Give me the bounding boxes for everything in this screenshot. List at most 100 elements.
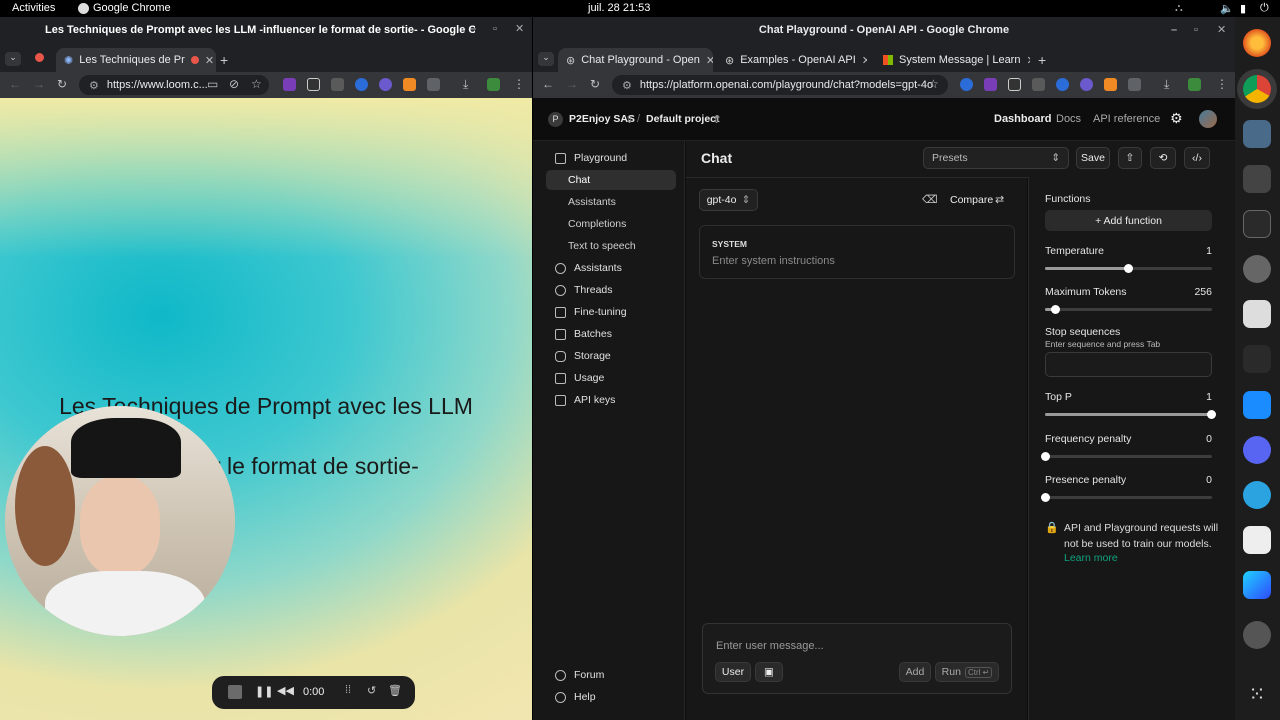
maximize-icon[interactable]: ▫ (1194, 17, 1198, 44)
attach-image-icon[interactable]: ▣ (755, 662, 783, 682)
nav-docs[interactable]: Docs (1056, 113, 1081, 125)
document-icon[interactable] (1243, 300, 1271, 328)
code-icon[interactable]: ‹/› (1184, 147, 1210, 169)
system-message-box[interactable]: SYSTEM Enter system instructions (699, 225, 1015, 279)
model-select[interactable]: gpt-4o ⇕ (699, 189, 758, 211)
compare-button[interactable]: Compare (950, 194, 993, 206)
tab-loom[interactable]: ✺ Les Techniques de Pr ✕ (56, 48, 216, 72)
sidebar-item-playground[interactable]: Playground (546, 148, 676, 168)
back-icon[interactable]: ← (542, 77, 554, 91)
user-message-composer[interactable]: Enter user message... User ▣ Add Run Ctrl… (702, 623, 1012, 694)
nav-api-reference[interactable]: API reference (1093, 113, 1160, 125)
tab-search-icon[interactable]: ⌄ (538, 52, 554, 66)
share-icon[interactable]: ⇧ (1118, 147, 1142, 169)
extension-icon[interactable] (1188, 78, 1201, 91)
max-tokens-slider[interactable] (1045, 305, 1212, 314)
extension-icon[interactable] (1008, 78, 1021, 91)
text-editor-icon[interactable] (1243, 526, 1271, 554)
forward-icon[interactable]: → (566, 77, 578, 91)
restart-icon[interactable]: ↺ (367, 684, 376, 697)
extension-icon[interactable] (1032, 78, 1045, 91)
slider-knob[interactable] (1041, 452, 1050, 461)
minimize-icon[interactable]: – (1171, 17, 1177, 44)
reload-icon[interactable]: ↻ (57, 77, 67, 91)
sidebar-item-batches[interactable]: Batches (546, 324, 676, 344)
sidebar-item-threads[interactable]: Threads (546, 280, 676, 300)
battery-icon[interactable]: ▮ (1240, 2, 1246, 15)
network-icon[interactable]: ⛬ (1175, 2, 1183, 15)
temperature-slider[interactable] (1045, 264, 1212, 273)
sidebar-item-assistants[interactable]: Assistants (546, 258, 676, 278)
new-tab-icon[interactable]: + (220, 52, 228, 68)
sidebar-item-chat[interactable]: Chat (546, 170, 676, 190)
metamask-icon[interactable] (403, 78, 416, 91)
new-tab-icon[interactable]: + (1038, 52, 1046, 68)
sidebar-item-text-to-speech[interactable]: Text to speech (546, 236, 676, 256)
slider-knob[interactable] (1124, 264, 1133, 273)
run-button[interactable]: Run Ctrl ↵ (935, 662, 999, 682)
minimize-icon[interactable]: – (470, 23, 476, 35)
history-icon[interactable]: ⟲ (1150, 147, 1176, 169)
tab-close-icon[interactable]: ✕ (862, 54, 867, 67)
settings-icon[interactable] (1243, 255, 1271, 283)
compare-icon[interactable]: ⇄ (995, 193, 1004, 206)
activities-button[interactable]: Activities (12, 2, 55, 14)
bookmark-star-icon[interactable]: ☆ (251, 77, 262, 91)
tab-system-message[interactable]: System Message | Learn ✕ (875, 48, 1030, 72)
frequency-penalty-slider[interactable] (1041, 452, 1212, 461)
sidebar-item-usage[interactable]: Usage (546, 368, 676, 388)
system-input[interactable]: Enter system instructions (712, 255, 835, 267)
telegram-icon[interactable] (1243, 481, 1271, 509)
tab-close-icon[interactable]: ✕ (706, 54, 713, 67)
extensions-puzzle-icon[interactable] (427, 78, 440, 91)
tab-close-icon[interactable]: ✕ (1026, 54, 1030, 67)
add-message-button[interactable]: Add (899, 662, 931, 682)
app-grid-icon[interactable]: ⁙ (1243, 681, 1271, 709)
slider-knob[interactable] (1207, 410, 1216, 419)
terminal-icon[interactable] (1243, 210, 1271, 238)
extension-icon[interactable] (283, 78, 296, 91)
tab-chat-playground[interactable]: ⊛ Chat Playground - Open ✕ (558, 48, 713, 72)
files-icon[interactable] (1243, 120, 1271, 148)
project-selector[interactable]: Default project (646, 113, 720, 125)
firefox-icon[interactable] (1243, 29, 1271, 57)
camera-icon[interactable]: ▭ (207, 77, 218, 91)
extension-icon[interactable] (960, 78, 973, 91)
forward-icon[interactable]: → (33, 77, 45, 91)
extension-icon[interactable] (331, 78, 344, 91)
close-icon[interactable]: ✕ (1217, 17, 1226, 44)
app-menu-label[interactable]: Google Chrome (93, 2, 171, 14)
volume-icon[interactable]: 🔈 (1220, 2, 1234, 15)
nav-dashboard[interactable]: Dashboard (994, 113, 1051, 125)
sidebar-item-storage[interactable]: Storage (546, 346, 676, 366)
chrome-icon[interactable] (1243, 75, 1271, 103)
left-address-bar[interactable]: ⚙ https://www.loom.c... (79, 75, 269, 95)
webcam-bubble[interactable] (5, 406, 235, 636)
stop-icon[interactable] (228, 685, 242, 699)
bookmark-star-icon[interactable]: ☆ (928, 77, 939, 91)
top-p-slider[interactable] (1045, 410, 1216, 419)
clear-broom-icon[interactable]: ⌫ (922, 193, 938, 206)
grid-icon[interactable]: ⁞⁞ (345, 684, 351, 696)
disk-icon[interactable] (1243, 621, 1271, 649)
extension-icon[interactable] (1080, 78, 1093, 91)
rewind-icon[interactable]: ◀◀ (277, 684, 294, 697)
extension-icon[interactable] (355, 78, 368, 91)
close-icon[interactable]: ✕ (515, 22, 524, 35)
tab-close-icon[interactable]: ✕ (205, 54, 214, 67)
extension-icon[interactable] (984, 78, 997, 91)
eye-off-icon[interactable]: ⊘ (229, 77, 239, 91)
user-avatar[interactable] (1199, 110, 1217, 128)
sidebar-item-api-keys[interactable]: API keys (546, 390, 676, 410)
sidebar-item-help[interactable]: Help (546, 687, 676, 707)
slider-knob[interactable] (1050, 305, 1060, 314)
sidebar-item-completions[interactable]: Completions (546, 214, 676, 234)
download-icon[interactable]: ⤓ (1164, 77, 1169, 92)
system-monitor-icon[interactable] (1243, 345, 1271, 373)
learn-more-link[interactable]: Learn more (1064, 552, 1118, 564)
extension-icon[interactable] (307, 78, 320, 91)
extensions-puzzle-icon[interactable] (1128, 78, 1141, 91)
extension-icon[interactable] (1056, 78, 1069, 91)
menu-kebab-icon[interactable]: ⋮ (513, 77, 525, 91)
presence-penalty-slider[interactable] (1041, 493, 1212, 502)
